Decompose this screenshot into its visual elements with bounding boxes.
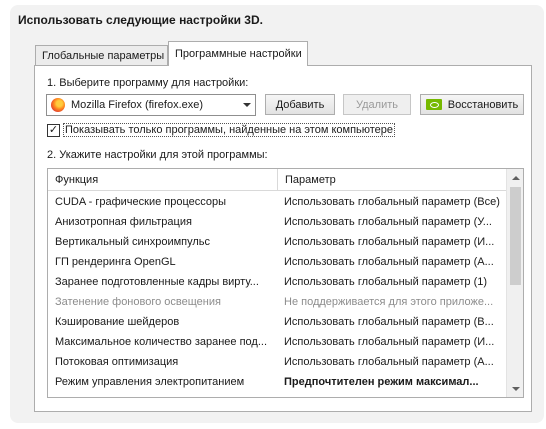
- column-header-feature[interactable]: Функция: [48, 169, 278, 190]
- feature-cell: Максимальное количество заранее под...: [55, 336, 268, 348]
- feature-cell: ГП рендеринга OpenGL: [55, 256, 176, 268]
- value-cell[interactable]: Использовать глобальный параметр (У...: [278, 216, 506, 228]
- program-select-value: Mozilla Firefox (firefox.exe): [71, 99, 204, 111]
- program-select[interactable]: Mozilla Firefox (firefox.exe): [46, 94, 256, 116]
- column-header-value[interactable]: Параметр: [278, 169, 506, 190]
- feature-cell: Вертикальный синхроимпульс: [55, 236, 211, 248]
- table-row[interactable]: Кэширование шейдеров Использовать глобал…: [48, 312, 506, 332]
- firefox-icon: [51, 98, 65, 112]
- show-found-programs-label[interactable]: Показывать только программы, найденные н…: [63, 123, 396, 137]
- add-button[interactable]: Добавить: [265, 94, 335, 115]
- table-row[interactable]: Потоковая оптимизация Использовать глоба…: [48, 352, 506, 372]
- settings-table: Функция Параметр CUDA - графические проц…: [47, 168, 524, 398]
- restore-button-label: Восстановить: [447, 98, 519, 111]
- table-row[interactable]: ГП рендеринга OpenGL Использовать глобал…: [48, 252, 506, 272]
- tab-global-settings[interactable]: Глобальные параметры: [35, 45, 168, 66]
- show-found-programs-checkbox[interactable]: ✓: [47, 123, 60, 137]
- value-cell[interactable]: Предпочтителен режим максимал...: [278, 376, 506, 388]
- table-rows: CUDA - графические процессоры Использова…: [48, 192, 506, 392]
- table-row[interactable]: Анизотропная фильтрация Использовать гло…: [48, 212, 506, 232]
- tab-program-settings[interactable]: Программные настройки: [168, 41, 308, 66]
- table-row[interactable]: Максимальное количество заранее под... И…: [48, 332, 506, 352]
- step2-label: 2. Укажите настройки для этой программы:: [47, 149, 268, 161]
- feature-cell: Потоковая оптимизация: [55, 356, 179, 368]
- scroll-down-icon[interactable]: [507, 380, 523, 397]
- feature-cell: CUDA - графические процессоры: [55, 196, 227, 208]
- feature-cell: Анизотропная фильтрация: [55, 216, 192, 228]
- value-cell[interactable]: Использовать глобальный параметр (А...: [278, 356, 506, 368]
- table-row[interactable]: Заранее подготовленные кадры вирту... Ис…: [48, 272, 506, 292]
- feature-cell: Затенение фонового освещения: [55, 296, 221, 308]
- table-row[interactable]: Затенение фонового освещения Не поддержи…: [48, 292, 506, 312]
- step1-label: 1. Выберите программу для настройки:: [47, 77, 249, 89]
- remove-button[interactable]: Удалить: [343, 94, 411, 115]
- feature-cell: Режим управления электропитанием: [55, 376, 245, 388]
- chevron-down-icon[interactable]: [239, 95, 255, 115]
- value-cell[interactable]: Использовать глобальный параметр (А...: [278, 256, 506, 268]
- value-cell[interactable]: Использовать глобальный параметр (1): [278, 276, 506, 288]
- show-found-programs-checkbox-row[interactable]: ✓ Показывать только программы, найденные…: [47, 123, 396, 137]
- restore-button[interactable]: Восстановить: [420, 94, 524, 115]
- table-row[interactable]: CUDA - графические процессоры Использова…: [48, 192, 506, 212]
- table-row[interactable]: Вертикальный синхроимпульс Использовать …: [48, 232, 506, 252]
- value-cell: Не поддерживается для этого приложе...: [284, 296, 494, 308]
- scroll-up-icon[interactable]: [507, 169, 523, 186]
- value-cell[interactable]: Использовать глобальный параметр (Все): [278, 196, 506, 208]
- value-cell[interactable]: Использовать глобальный параметр (И...: [278, 236, 506, 248]
- feature-cell: Кэширование шейдеров: [55, 316, 180, 328]
- value-cell[interactable]: Использовать глобальный параметр (И...: [278, 336, 506, 348]
- value-cell[interactable]: Использовать глобальный параметр (В...: [278, 316, 506, 328]
- table-scrollbar[interactable]: [506, 169, 523, 397]
- scrollbar-thumb[interactable]: [510, 187, 521, 285]
- nvidia-icon: [425, 99, 442, 110]
- feature-cell: Заранее подготовленные кадры вирту...: [55, 276, 259, 288]
- table-row[interactable]: Режим управления электропитанием Предпоч…: [48, 372, 506, 392]
- page-heading: Использовать следующие настройки 3D.: [18, 13, 263, 27]
- table-header: Функция Параметр: [48, 169, 506, 191]
